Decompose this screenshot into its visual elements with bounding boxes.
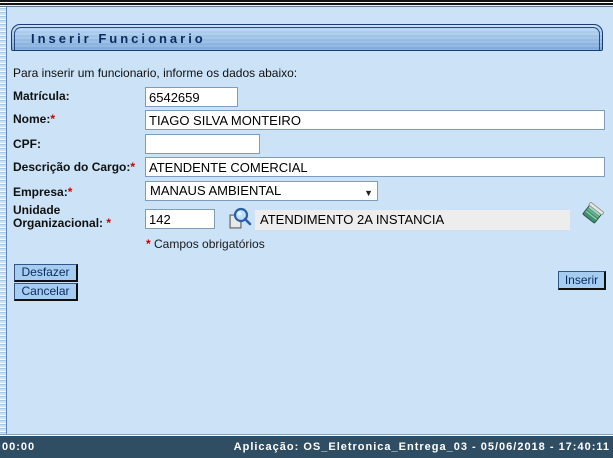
chevron-down-icon[interactable]: ▼ bbox=[364, 185, 373, 202]
cargo-label: Descrição do Cargo:* bbox=[13, 160, 136, 174]
eraser-icon[interactable] bbox=[580, 202, 605, 228]
desfazer-button[interactable]: Desfazer bbox=[14, 264, 78, 282]
cancelar-button[interactable]: Cancelar bbox=[14, 283, 78, 301]
status-bar: 00:00 Aplicação: OS_Eletronica_Entrega_0… bbox=[0, 436, 613, 458]
unidade-code-input[interactable] bbox=[145, 209, 215, 229]
page-title: Inserir Funcionario bbox=[31, 31, 206, 46]
form-intro-text: Para inserir um funcionario, informe os … bbox=[13, 66, 298, 80]
inserir-button[interactable]: Inserir bbox=[558, 271, 606, 290]
cargo-input[interactable] bbox=[145, 157, 605, 177]
unidade-label: Unidade Organizacional: * bbox=[13, 203, 112, 230]
window-top-frame bbox=[0, 0, 613, 7]
frame-line bbox=[0, 6, 613, 7]
matricula-input[interactable] bbox=[145, 87, 238, 107]
cpf-input[interactable] bbox=[145, 134, 260, 154]
matricula-label: Matrícula: bbox=[13, 89, 70, 103]
cpf-label: CPF: bbox=[13, 137, 41, 151]
empresa-label: Empresa:* bbox=[13, 185, 73, 199]
magnifier-icon[interactable] bbox=[229, 207, 252, 230]
nome-label: Nome:* bbox=[13, 112, 56, 126]
empresa-select[interactable]: MANAUS AMBIENTAL ▼ bbox=[145, 181, 378, 201]
application-info: Aplicação: OS_Eletronica_Entrega_03 - 05… bbox=[233, 441, 610, 453]
unidade-description-field: ATENDIMENTO 2A INSTANCIA bbox=[255, 210, 570, 230]
required-fields-note: * Campos obrigatórios bbox=[146, 237, 265, 251]
session-timer: 00:00 bbox=[2, 441, 36, 453]
nome-input[interactable] bbox=[145, 110, 605, 130]
empresa-selected-option: MANAUS AMBIENTAL bbox=[150, 183, 282, 198]
left-splitter-strip bbox=[0, 7, 7, 436]
form-header-bar: Inserir Funcionario bbox=[11, 24, 603, 51]
